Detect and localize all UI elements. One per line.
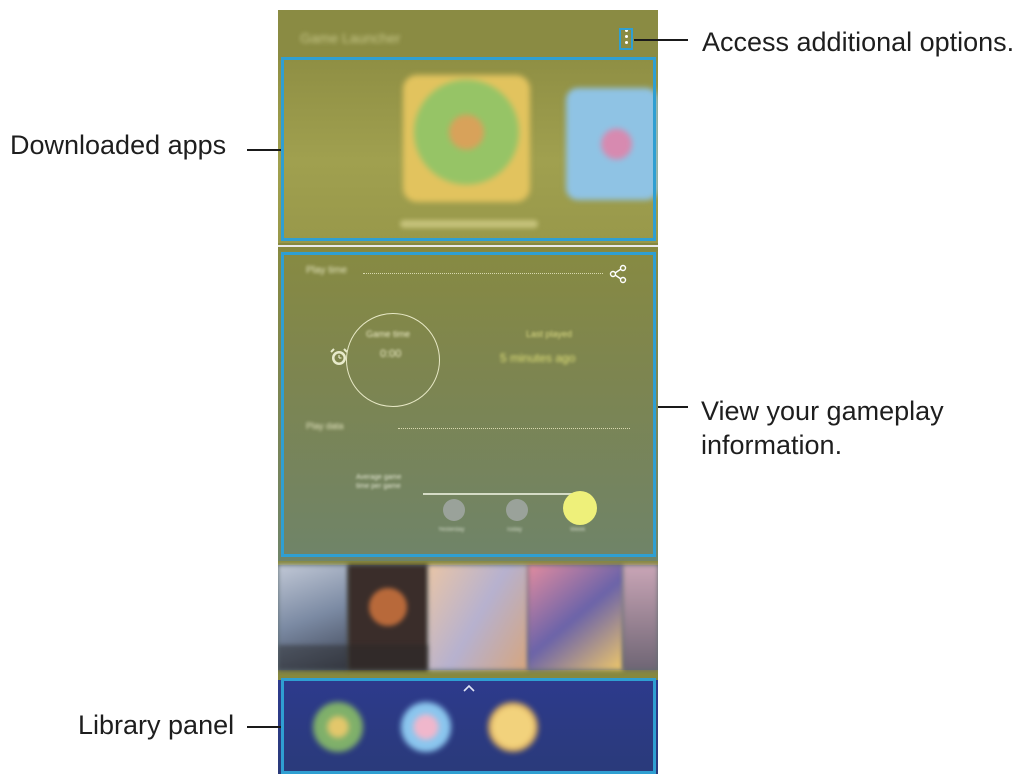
gameplay-info-section[interactable]: Play time Game time 0:00 Last played 5 m…: [278, 251, 658, 561]
callout-gameplay-line1: View your gameplay: [701, 396, 944, 426]
play-time-label: Play time: [306, 265, 348, 276]
recommended-game-tile[interactable]: [428, 565, 528, 670]
library-game-2[interactable]: [401, 702, 451, 752]
period-slider-track[interactable]: [423, 493, 576, 495]
callout-line-downloaded: [247, 149, 281, 151]
ring-title: Game time: [366, 329, 411, 339]
recommended-game-tile[interactable]: [623, 565, 658, 670]
knob-label: Yesterday: [438, 527, 465, 533]
play-data-label: Play data: [306, 421, 344, 431]
period-knob-yesterday[interactable]: [443, 499, 465, 521]
library-game-1[interactable]: [313, 702, 363, 752]
period-knob-week[interactable]: [563, 491, 597, 525]
downloaded-game-1[interactable]: [403, 75, 530, 202]
knob-label: Week: [570, 527, 586, 533]
library-game-3[interactable]: [488, 702, 538, 752]
callout-line-options: [634, 39, 688, 41]
play-time-ring: [346, 313, 440, 407]
app-caption: [400, 220, 538, 228]
chevron-up-icon[interactable]: [463, 684, 475, 692]
game-launcher-screen: Game Launcher Play time Game time 0:00 L…: [278, 10, 658, 774]
tile-caption-shade: [278, 645, 428, 670]
callout-downloaded-apps: Downloaded apps: [10, 130, 227, 160]
callout-line-library: [247, 726, 281, 728]
recommended-games-strip[interactable]: [278, 565, 658, 670]
share-icon[interactable]: [608, 264, 628, 284]
downloaded-apps-section: [278, 60, 658, 243]
ring-value: 0:00: [380, 348, 402, 360]
last-played-title: Last played: [526, 329, 573, 339]
dotted-rule: [398, 428, 630, 429]
callout-gameplay-line2: information.: [701, 430, 843, 460]
library-panel[interactable]: [278, 680, 658, 774]
top-bar: Game Launcher: [278, 10, 658, 60]
last-played-value: 5 minutes ago: [500, 351, 576, 365]
callout-options: Access additional options.: [702, 27, 1015, 57]
callout-gameplay-info: View your gameplay information.: [701, 394, 944, 462]
recommended-game-tile[interactable]: [528, 565, 623, 670]
downloaded-game-2[interactable]: [566, 88, 658, 200]
callout-line-gameplay: [658, 406, 688, 408]
slider-caption: Average game time per game: [356, 474, 402, 490]
dotted-rule: [363, 273, 603, 274]
screen-title: Game Launcher: [300, 30, 401, 46]
section-divider: [278, 245, 658, 247]
knob-label: Today: [506, 527, 523, 533]
period-knob-today[interactable]: [506, 499, 528, 521]
more-options-highlight: [619, 28, 633, 50]
callout-library-panel: Library panel: [78, 710, 235, 740]
